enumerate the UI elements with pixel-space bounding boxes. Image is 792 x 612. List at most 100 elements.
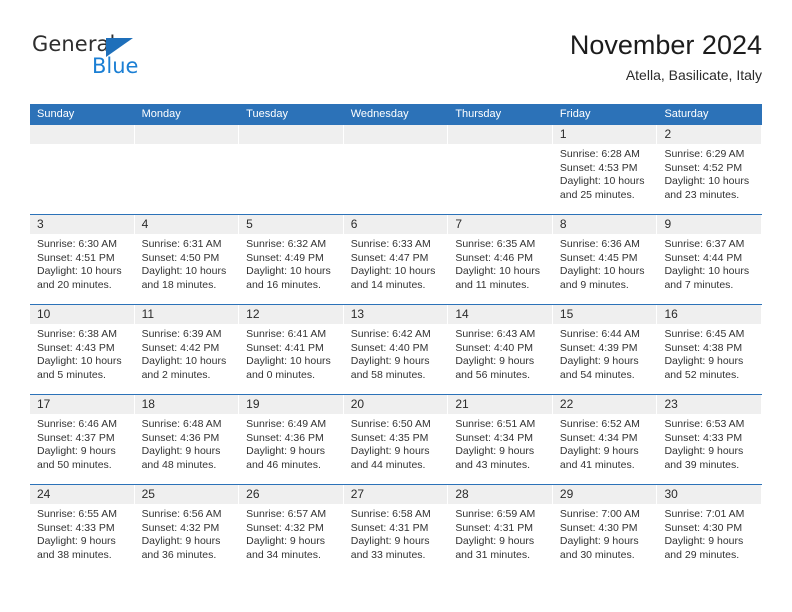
general-blue-logo[interactable]: General Blue xyxy=(30,32,250,88)
calendar-day-cell[interactable]: 2 Sunrise: 6:29 AM Sunset: 4:52 PM Daylight… xyxy=(657,125,763,214)
sunset-text: Sunset: 4:40 PM xyxy=(455,341,533,354)
calendar-day-cell[interactable]: 24 Sunrise: 6:55 AM Sunset: 4:33 PM Dayligh… xyxy=(30,485,135,574)
daylight-text-line1: Daylight: 9 hours xyxy=(559,445,639,458)
daylight-text-line1: Daylight: 9 hours xyxy=(350,535,430,548)
daylight-text-line2: and 41 minutes. xyxy=(559,458,635,471)
calendar-day-cell[interactable]: 8 Sunrise: 6:36 AM Sunset: 4:45 PM Daylight… xyxy=(552,215,658,304)
calendar-day-cell[interactable]: 25 Sunrise: 6:56 AM Sunset: 4:32 PM Dayligh… xyxy=(134,485,240,574)
daylight-text-line2: and 50 minutes. xyxy=(37,458,112,471)
sunrise-text: Sunrise: 6:35 AM xyxy=(455,238,536,250)
daylight-text-line1: Daylight: 9 hours xyxy=(350,355,430,368)
sunset-text: Sunset: 4:33 PM xyxy=(664,431,743,444)
sun-info: Sunrise: 6:59 AM Sunset: 4:31 PM Daylight:… xyxy=(448,504,553,562)
calendar-day-cell[interactable]: 6 Sunrise: 6:33 AM Sunset: 4:47 PM Daylight… xyxy=(343,215,449,304)
daylight-text-line2: and 38 minutes. xyxy=(37,548,112,561)
day-number: 18 xyxy=(134,395,240,414)
calendar-day-cell[interactable]: 9 Sunrise: 6:37 AM Sunset: 4:44 PM Daylight… xyxy=(657,215,763,304)
day-number: 21 xyxy=(448,395,553,414)
day-number: 25 xyxy=(134,485,240,504)
calendar-day-cell[interactable]: 10 Sunrise: 6:38 AM Sunset: 4:43 PM Dayligh… xyxy=(30,305,135,394)
daylight-text-line2: and 44 minutes. xyxy=(350,458,426,471)
calendar-day-cell[interactable]: 29 Sunrise: 7:00 AM Sunset: 4:30 PM Dayligh… xyxy=(552,485,658,574)
calendar-cell-empty xyxy=(448,125,553,214)
daylight-text-line1: Daylight: 10 hours xyxy=(141,265,227,278)
calendar-day-cell[interactable]: 22 Sunrise: 6:52 AM Sunset: 4:34 PM Dayligh… xyxy=(552,395,658,484)
calendar-day-cell[interactable]: 26 Sunrise: 6:57 AM Sunset: 4:32 PM Dayligh… xyxy=(239,485,344,574)
weekday-header-thursday: Thursday xyxy=(455,108,502,120)
day-number: 10 xyxy=(30,305,135,324)
sun-info: Sunrise: 7:01 AM Sunset: 4:30 PM Daylight:… xyxy=(657,504,762,562)
daylight-text-line2: and 0 minutes. xyxy=(246,368,316,381)
calendar-day-cell[interactable]: 18 Sunrise: 6:48 AM Sunset: 4:36 PM Dayligh… xyxy=(134,395,240,484)
sun-info: Sunrise: 6:45 AM Sunset: 4:38 PM Daylight:… xyxy=(657,324,762,382)
sunset-text: Sunset: 4:30 PM xyxy=(559,521,638,534)
calendar-day-cell[interactable]: 3 Sunrise: 6:30 AM Sunset: 4:51 PM Daylight… xyxy=(30,215,135,304)
calendar-day-cell[interactable]: 7 Sunrise: 6:35 AM Sunset: 4:46 PM Daylight… xyxy=(448,215,553,304)
day-number: 26 xyxy=(239,485,344,504)
daylight-text-line2: and 23 minutes. xyxy=(664,188,740,201)
day-number: 9 xyxy=(657,215,763,234)
sun-info: Sunrise: 6:46 AM Sunset: 4:37 PM Daylight:… xyxy=(30,414,135,472)
day-number: 12 xyxy=(239,305,344,324)
calendar-day-cell[interactable]: 30 Sunrise: 7:01 AM Sunset: 4:30 PM Dayligh… xyxy=(657,485,763,574)
daylight-text-line2: and 30 minutes. xyxy=(559,548,635,561)
calendar-grid: Sunday Monday Tuesday Wednesday Thursday Frid… xyxy=(30,104,763,574)
weekday-header-tuesday: Tuesday xyxy=(246,108,288,120)
calendar-day-cell[interactable]: 28 Sunrise: 6:59 AM Sunset: 4:31 PM Dayligh… xyxy=(448,485,553,574)
calendar-day-cell[interactable]: 12 Sunrise: 6:41 AM Sunset: 4:41 PM Dayligh… xyxy=(239,305,344,394)
sunset-text: Sunset: 4:47 PM xyxy=(350,251,429,264)
calendar-day-cell[interactable]: 11 Sunrise: 6:39 AM Sunset: 4:42 PM Dayligh… xyxy=(134,305,240,394)
sunrise-text: Sunrise: 6:39 AM xyxy=(141,328,222,340)
calendar-day-cell[interactable]: 5 Sunrise: 6:32 AM Sunset: 4:49 PM Daylight… xyxy=(239,215,344,304)
sunrise-text: Sunrise: 6:50 AM xyxy=(350,418,431,430)
sunset-text: Sunset: 4:53 PM xyxy=(559,161,638,174)
calendar-day-cell[interactable]: 4 Sunrise: 6:31 AM Sunset: 4:50 PM Daylight… xyxy=(134,215,240,304)
sunrise-text: Sunrise: 6:48 AM xyxy=(141,418,222,430)
day-number: 30 xyxy=(657,485,763,504)
daylight-text-line2: and 31 minutes. xyxy=(455,548,531,561)
daylight-text-line2: and 46 minutes. xyxy=(246,458,321,471)
daylight-text-line2: and 18 minutes. xyxy=(141,278,217,291)
calendar-day-cell[interactable]: 1 Sunrise: 6:28 AM Sunset: 4:53 PM Daylight… xyxy=(552,125,658,214)
day-number: 27 xyxy=(343,485,449,504)
sun-info: Sunrise: 6:53 AM Sunset: 4:33 PM Daylight:… xyxy=(657,414,762,472)
daylight-text-line1: Daylight: 9 hours xyxy=(455,535,535,548)
daylight-text-line1: Daylight: 10 hours xyxy=(37,355,122,368)
calendar-page: General Blue November 2024 Atella, Basil… xyxy=(0,0,792,612)
calendar-day-cell[interactable]: 19 Sunrise: 6:49 AM Sunset: 4:36 PM Dayligh… xyxy=(239,395,344,484)
daylight-text-line2: and 5 minutes. xyxy=(37,368,106,381)
calendar-day-cell[interactable]: 20 Sunrise: 6:50 AM Sunset: 4:35 PM Dayligh… xyxy=(343,395,449,484)
sunset-text: Sunset: 4:35 PM xyxy=(350,431,429,444)
day-number: 23 xyxy=(657,395,763,414)
sun-info: Sunrise: 6:48 AM Sunset: 4:36 PM Daylight:… xyxy=(135,414,240,472)
calendar-day-cell[interactable]: 17 Sunrise: 6:46 AM Sunset: 4:37 PM Dayligh… xyxy=(30,395,135,484)
location-subtitle: Atella, Basilicate, Italy xyxy=(625,67,762,83)
calendar-day-cell[interactable]: 13 Sunrise: 6:42 AM Sunset: 4:40 PM Dayligh… xyxy=(343,305,449,394)
sunset-text: Sunset: 4:46 PM xyxy=(455,251,533,264)
calendar-day-cell[interactable]: 16 Sunrise: 6:45 AM Sunset: 4:38 PM Dayligh… xyxy=(657,305,763,394)
calendar-day-cell[interactable]: 23 Sunrise: 6:53 AM Sunset: 4:33 PM Dayligh… xyxy=(657,395,763,484)
daylight-text-line2: and 29 minutes. xyxy=(664,548,740,561)
calendar-week-row: 17 Sunrise: 6:46 AM Sunset: 4:37 PM Dayligh… xyxy=(30,395,763,485)
daylight-text-line1: Daylight: 9 hours xyxy=(664,445,744,458)
daylight-text-line2: and 56 minutes. xyxy=(455,368,531,381)
daylight-text-line1: Daylight: 9 hours xyxy=(37,445,116,458)
calendar-day-cell[interactable]: 21 Sunrise: 6:51 AM Sunset: 4:34 PM Dayligh… xyxy=(448,395,553,484)
sunset-text: Sunset: 4:34 PM xyxy=(455,431,533,444)
weekday-header-wednesday: Wednesday xyxy=(350,108,409,120)
day-number: 1 xyxy=(552,125,658,144)
daylight-text-line2: and 2 minutes. xyxy=(141,368,211,381)
weekday-header-saturday: Saturday xyxy=(664,108,709,120)
day-number: 3 xyxy=(30,215,135,234)
sun-info: Sunrise: 6:41 AM Sunset: 4:41 PM Daylight:… xyxy=(239,324,344,382)
sunset-text: Sunset: 4:41 PM xyxy=(246,341,324,354)
sun-info: Sunrise: 6:56 AM Sunset: 4:32 PM Daylight:… xyxy=(135,504,240,562)
calendar-day-cell[interactable]: 27 Sunrise: 6:58 AM Sunset: 4:31 PM Dayligh… xyxy=(343,485,449,574)
sunrise-text: Sunrise: 6:56 AM xyxy=(141,508,222,520)
calendar-day-cell[interactable]: 14 Sunrise: 6:43 AM Sunset: 4:40 PM Dayligh… xyxy=(448,305,553,394)
daylight-text-line1: Daylight: 9 hours xyxy=(141,445,221,458)
sun-info: Sunrise: 6:38 AM Sunset: 4:43 PM Daylight:… xyxy=(30,324,135,382)
sunset-text: Sunset: 4:32 PM xyxy=(246,521,324,534)
day-number xyxy=(239,125,344,144)
calendar-day-cell[interactable]: 15 Sunrise: 6:44 AM Sunset: 4:39 PM Dayligh… xyxy=(552,305,658,394)
